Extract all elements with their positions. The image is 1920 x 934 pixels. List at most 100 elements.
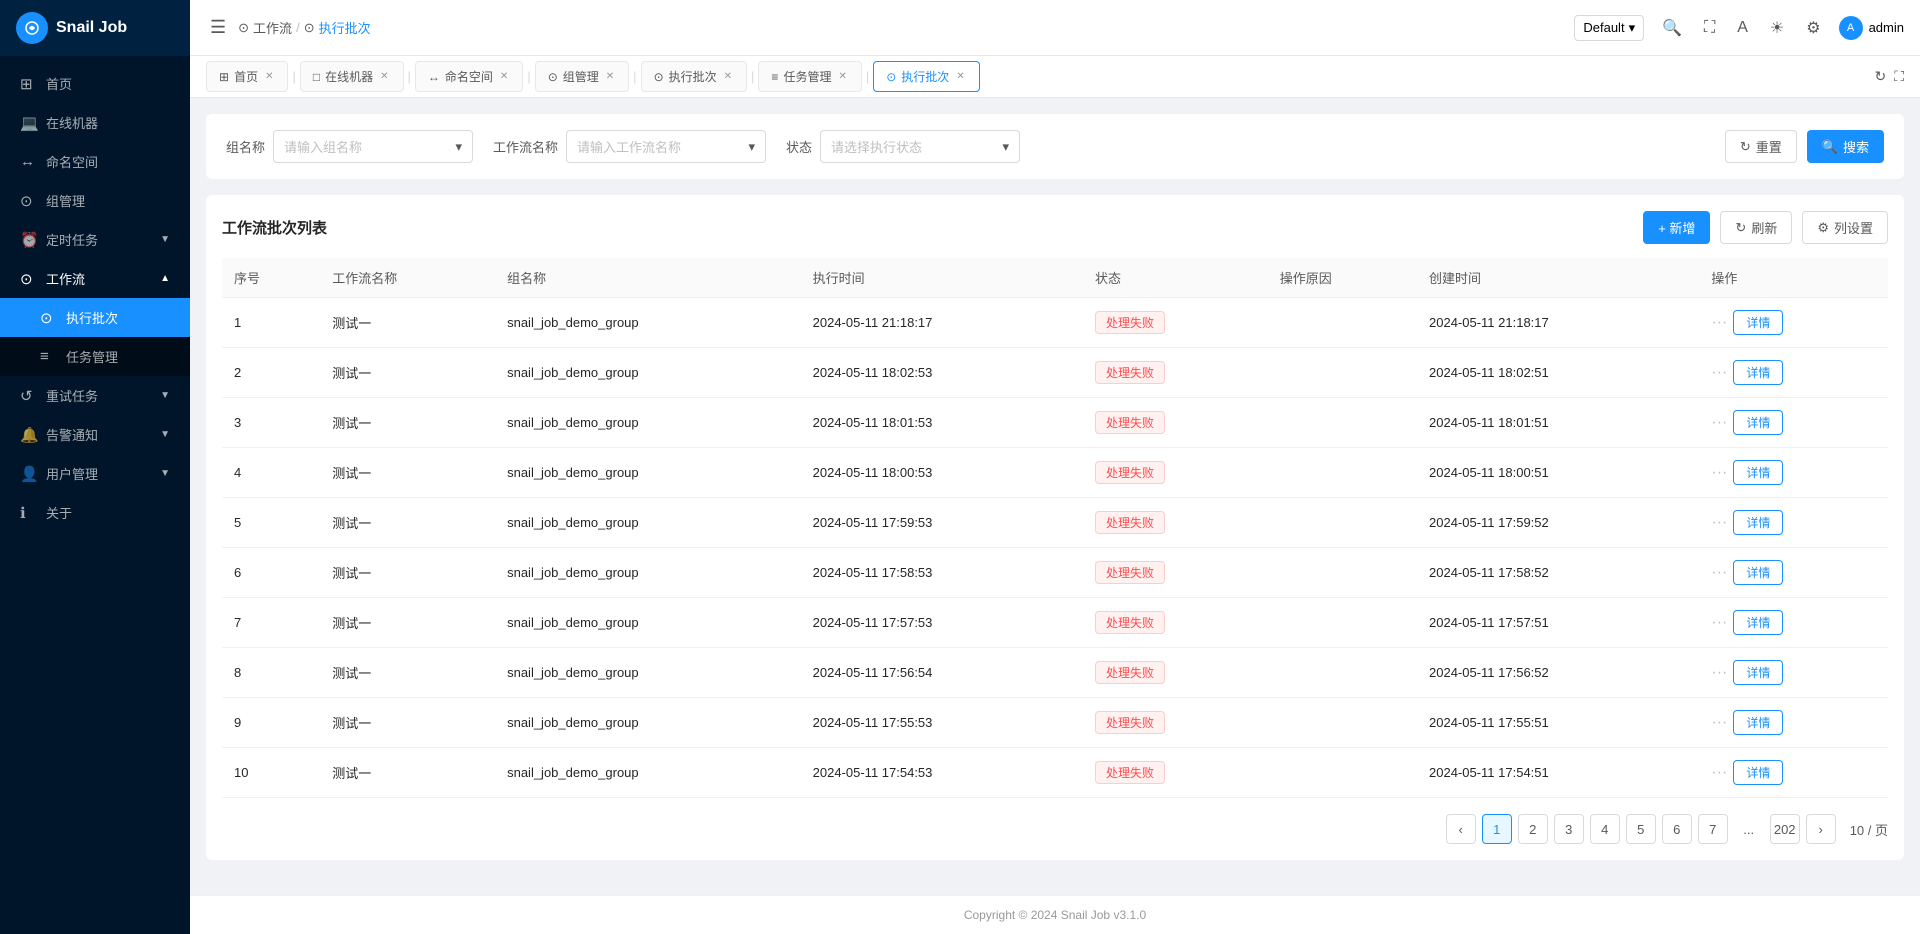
tab-machines[interactable]: □ 在线机器 ✕ [300, 61, 404, 92]
fullscreen-icon[interactable]: ⛶ [1700, 15, 1719, 41]
sidebar-item-namespace[interactable]: ↔ 命名空间 [0, 142, 190, 181]
cell-status: 处理失败 [1083, 298, 1268, 348]
page-last-button[interactable]: 202 [1770, 814, 1800, 844]
detail-button[interactable]: 详情 [1733, 310, 1783, 335]
sidebar-item-task-mgmt[interactable]: ≡ 任务管理 [0, 337, 190, 376]
namespace-select[interactable]: Default ▾ [1574, 15, 1644, 41]
tab-refresh-icon[interactable]: ↻ [1874, 68, 1886, 85]
status-input[interactable]: 请选择执行状态 ▾ [820, 130, 1020, 163]
sidebar-item-machines[interactable]: 💻 在线机器 [0, 103, 190, 142]
sidebar-item-group[interactable]: ⊙ 组管理 [0, 181, 190, 220]
search-icon[interactable]: 🔍 [1658, 14, 1686, 42]
page-1-button[interactable]: 1 [1482, 814, 1512, 844]
group-name-input[interactable]: 请输入组名称 ▾ [273, 130, 473, 163]
more-icon[interactable]: ··· [1711, 414, 1727, 432]
cell-status: 处理失败 [1083, 398, 1268, 448]
detail-button[interactable]: 详情 [1733, 660, 1783, 685]
detail-button[interactable]: 详情 [1733, 710, 1783, 735]
column-settings-button[interactable]: ⚙ 列设置 [1802, 211, 1888, 244]
sidebar-item-about[interactable]: ℹ 关于 [0, 493, 190, 532]
tab-expand-icon[interactable]: ⛶ [1894, 68, 1904, 85]
detail-button[interactable]: 详情 [1733, 560, 1783, 585]
admin-menu[interactable]: A admin [1839, 16, 1904, 40]
more-icon[interactable]: ··· [1711, 514, 1727, 532]
page-7-button[interactable]: 7 [1698, 814, 1728, 844]
cell-created: 2024-05-11 21:18:17 [1417, 298, 1699, 348]
new-button[interactable]: + 新增 [1643, 211, 1710, 244]
more-icon[interactable]: ··· [1711, 614, 1727, 632]
detail-button[interactable]: 详情 [1733, 460, 1783, 485]
cell-reason [1268, 348, 1417, 398]
col-action: 操作 [1699, 258, 1888, 298]
more-icon[interactable]: ··· [1711, 664, 1727, 682]
status-badge: 处理失败 [1095, 311, 1165, 334]
tab-namespace-close[interactable]: ✕ [498, 71, 510, 82]
sidebar-item-user[interactable]: 👤 用户管理 ▼ [0, 454, 190, 493]
tab-home[interactable]: ⊞ 首页 ✕ [206, 61, 288, 92]
detail-button[interactable]: 详情 [1733, 360, 1783, 385]
row-actions: ··· 详情 [1711, 710, 1876, 735]
status-badge: 处理失败 [1095, 661, 1165, 684]
cell-status: 处理失败 [1083, 698, 1268, 748]
sidebar-item-home[interactable]: ⊞ 首页 [0, 64, 190, 103]
detail-button[interactable]: 详情 [1733, 610, 1783, 635]
detail-button[interactable]: 详情 [1733, 510, 1783, 535]
page-2-button[interactable]: 2 [1518, 814, 1548, 844]
more-icon[interactable]: ··· [1711, 764, 1727, 782]
sidebar-item-retry[interactable]: ↺ 重试任务 ▼ [0, 376, 190, 415]
detail-button[interactable]: 详情 [1733, 410, 1783, 435]
tab-batch[interactable]: ⊙ 执行批次 ✕ [641, 61, 747, 92]
menu-toggle-button[interactable]: ☰ [206, 13, 230, 42]
footer: Copyright © 2024 Snail Job v3.1.0 [190, 895, 1920, 934]
detail-button[interactable]: 详情 [1733, 760, 1783, 785]
tab-namespace[interactable]: ↔ 命名空间 ✕ [415, 61, 523, 92]
table-section: 工作流批次列表 + 新增 ↻ 刷新 ⚙ 列设置 [206, 195, 1904, 860]
page-5-button[interactable]: 5 [1626, 814, 1656, 844]
reset-button[interactable]: ↻ 重置 [1725, 130, 1797, 163]
cell-created: 2024-05-11 17:55:51 [1417, 698, 1699, 748]
tab-task-mgmt[interactable]: ≡ 任务管理 ✕ [758, 61, 861, 92]
search-button[interactable]: 🔍 搜索 [1807, 130, 1884, 163]
table-row: 8 测试一 snail_job_demo_group 2024-05-11 17… [222, 648, 1888, 698]
workflow-name-input[interactable]: 请输入工作流名称 ▾ [566, 130, 766, 163]
sidebar-item-label: 执行批次 [66, 308, 118, 327]
alert-icon: 🔔 [20, 426, 36, 444]
breadcrumb-current: 执行批次 [319, 18, 371, 37]
language-icon[interactable]: A [1733, 15, 1752, 41]
more-icon[interactable]: ··· [1711, 464, 1727, 482]
page-4-button[interactable]: 4 [1590, 814, 1620, 844]
more-icon[interactable]: ··· [1711, 564, 1727, 582]
cell-group: snail_job_demo_group [495, 698, 801, 748]
page-3-button[interactable]: 3 [1554, 814, 1584, 844]
tab-batch-label: 执行批次 [669, 68, 717, 85]
tab-batch-active-close[interactable]: ✕ [954, 71, 966, 82]
page-next-button[interactable]: › [1806, 814, 1836, 844]
reset-icon: ↻ [1740, 139, 1751, 155]
sidebar-item-batch[interactable]: ⊙ 执行批次 [0, 298, 190, 337]
tab-home-close[interactable]: ✕ [263, 71, 275, 82]
tab-batch-active-label: 执行批次 [901, 68, 949, 85]
more-icon[interactable]: ··· [1711, 714, 1727, 732]
cell-id: 9 [222, 698, 320, 748]
tab-batch-active[interactable]: ⊙ 执行批次 ✕ [873, 61, 979, 92]
cell-created: 2024-05-11 17:59:52 [1417, 498, 1699, 548]
page-6-button[interactable]: 6 [1662, 814, 1692, 844]
sidebar-sub-workflow: ⊙ 执行批次 ≡ 任务管理 [0, 298, 190, 376]
tab-batch-close[interactable]: ✕ [722, 71, 734, 82]
cell-created: 2024-05-11 17:56:52 [1417, 648, 1699, 698]
batch-icon: ⊙ [40, 309, 56, 327]
theme-icon[interactable]: ☀ [1766, 14, 1788, 42]
sidebar-item-schedule[interactable]: ⏰ 定时任务 ▼ [0, 220, 190, 259]
tab-group-close[interactable]: ✕ [604, 71, 616, 82]
refresh-button[interactable]: ↻ 刷新 [1720, 211, 1792, 244]
settings-icon[interactable]: ⚙ [1802, 14, 1824, 42]
more-icon[interactable]: ··· [1711, 314, 1727, 332]
chevron-up-icon: ▲ [160, 273, 170, 284]
sidebar-item-alert[interactable]: 🔔 告警通知 ▼ [0, 415, 190, 454]
tab-group[interactable]: ⊙ 组管理 ✕ [535, 61, 629, 92]
page-prev-button[interactable]: ‹ [1446, 814, 1476, 844]
tab-task-mgmt-close[interactable]: ✕ [836, 71, 848, 82]
sidebar-item-workflow[interactable]: ⊙ 工作流 ▲ [0, 259, 190, 298]
tab-machines-close[interactable]: ✕ [378, 71, 390, 82]
more-icon[interactable]: ··· [1711, 364, 1727, 382]
